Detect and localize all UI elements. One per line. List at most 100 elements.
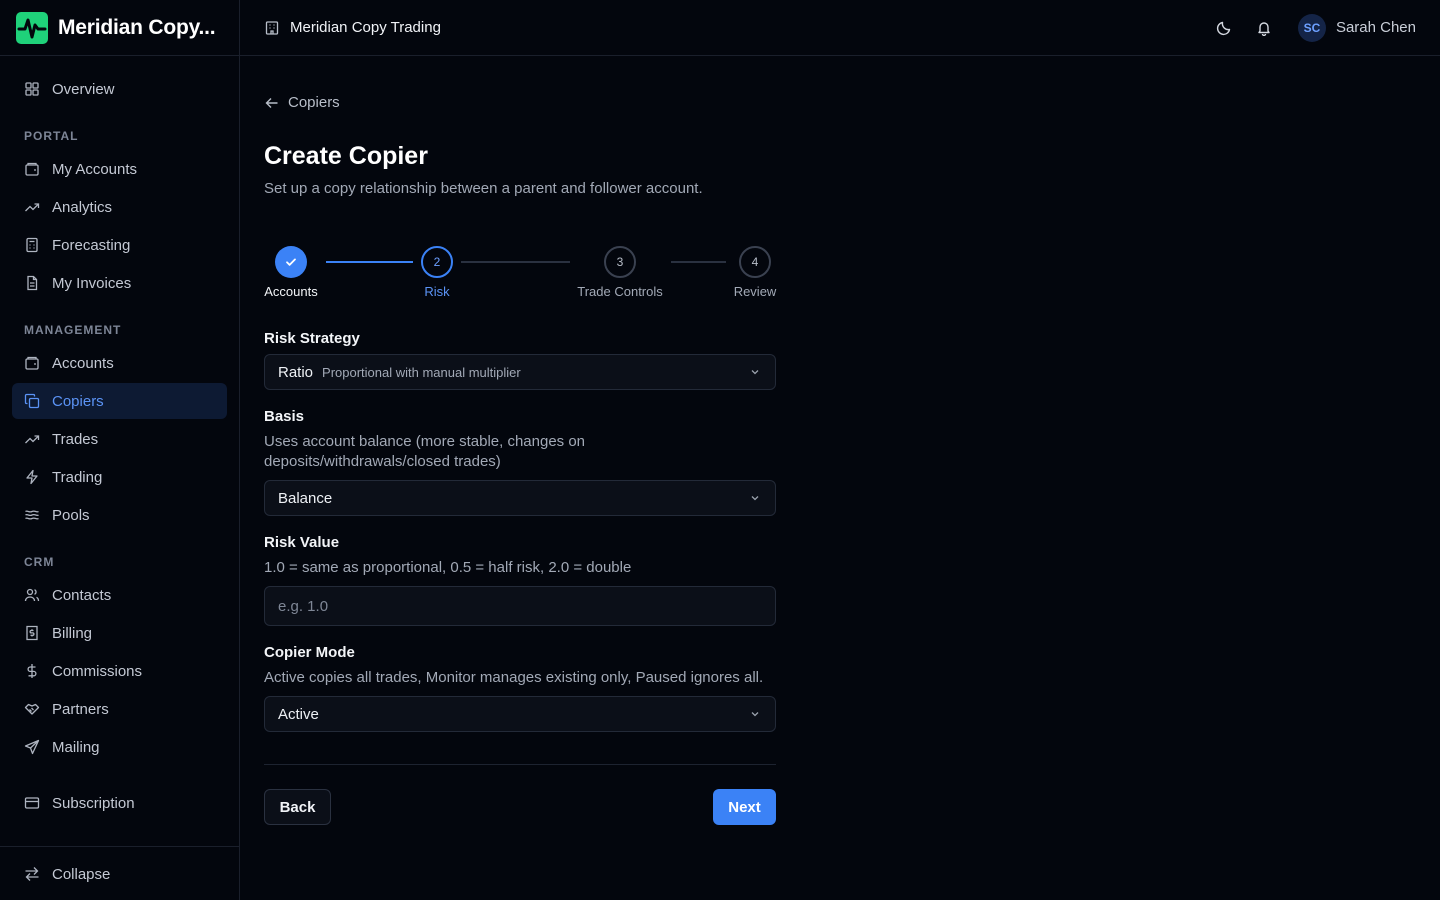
sidebar-item-label: Mailing <box>52 738 100 756</box>
sidebar-item-contacts[interactable]: Contacts <box>12 577 227 613</box>
sidebar-item-overview[interactable]: Overview <box>12 71 227 107</box>
sidebar-item-my-accounts[interactable]: My Accounts <box>12 151 227 187</box>
sidebar-item-billing[interactable]: Billing <box>12 615 227 651</box>
sidebar-item-label: Commissions <box>52 662 143 680</box>
sidebar-item-label: Billing <box>52 624 93 642</box>
section-label-portal: PORTAL <box>24 129 79 143</box>
sidebar-item-label: My Accounts <box>52 160 138 178</box>
sidebar-item-subscription[interactable]: Subscription <box>12 785 227 821</box>
copier-mode-value: Active <box>278 705 319 723</box>
users-icon <box>24 588 40 602</box>
bell-icon <box>1258 21 1270 36</box>
sidebar-item-label: Overview <box>52 80 115 98</box>
step-2-circle[interactable]: 2 <box>421 246 453 278</box>
risk-strategy-value: Ratio <box>278 363 314 381</box>
collapse-button[interactable]: Collapse <box>12 856 227 892</box>
section-label-management: MANAGEMENT <box>24 323 122 337</box>
step-3-label: Trade Controls <box>577 284 663 299</box>
sidebar-item-label: Trades <box>52 430 99 448</box>
trending-up-icon <box>25 435 40 444</box>
credit-card-icon <box>24 797 40 809</box>
step-4-circle[interactable]: 4 <box>739 246 771 278</box>
basis-select[interactable]: Balance <box>264 480 776 516</box>
step-connector-2 <box>461 261 570 263</box>
building-icon <box>265 20 279 35</box>
sidebar-item-forecasting[interactable]: Forecasting <box>12 227 227 263</box>
chevron-down-icon <box>751 496 759 501</box>
risk-value-label: Risk Value <box>264 534 340 551</box>
copier-mode-label: Copier Mode <box>264 644 355 661</box>
sidebar: Overview PORTAL My Accounts Analytics Fo… <box>0 56 240 900</box>
lightning-icon <box>26 469 38 485</box>
page-title: Create Copier <box>264 142 428 170</box>
step-3-circle[interactable]: 3 <box>604 246 636 278</box>
sidebar-item-pools[interactable]: Pools <box>12 497 227 533</box>
sidebar-item-commissions[interactable]: Commissions <box>12 653 227 689</box>
sidebar-item-mailing[interactable]: Mailing <box>12 729 227 765</box>
copy-icon <box>24 393 40 409</box>
page-subtitle: Set up a copy relationship between a par… <box>264 180 703 197</box>
workspace-breadcrumb: Meridian Copy Trading <box>264 19 441 36</box>
user-menu[interactable]: SC Sarah Chen <box>1297 13 1416 42</box>
copier-mode-help: Active copies all trades, Monitor manage… <box>264 669 764 686</box>
wallet-icon <box>25 356 39 370</box>
basis-value: Balance <box>278 489 333 507</box>
sidebar-item-partners[interactable]: Partners <box>12 691 227 727</box>
top-bar: Meridian Copy... Meridian Copy Trading S… <box>0 0 1440 56</box>
basis-label: Basis <box>264 408 305 425</box>
sidebar-item-label: My Invoices <box>52 274 132 292</box>
step-1-circle[interactable] <box>275 246 307 278</box>
sidebar-item-trades[interactable]: Trades <box>12 421 227 457</box>
sidebar-item-label: Forecasting <box>52 236 131 254</box>
step-1-label: Accounts <box>264 284 318 299</box>
receipt-icon <box>26 625 38 641</box>
step-4-label: Review <box>733 284 777 299</box>
grid-icon <box>25 82 39 96</box>
brand[interactable]: Meridian Copy... <box>0 0 240 56</box>
basis-help: Uses account balance (more stable, chang… <box>264 433 586 470</box>
section-label-crm: CRM <box>24 555 55 569</box>
brand-logo-icon <box>16 11 48 44</box>
sidebar-item-label: Subscription <box>52 794 135 812</box>
handshake-icon <box>24 703 40 715</box>
calculator-icon <box>26 237 38 253</box>
moon-icon <box>1216 21 1231 35</box>
file-text-icon <box>27 275 38 291</box>
copier-mode-select[interactable]: Active <box>264 696 776 732</box>
risk-value-help: 1.0 = same as proportional, 0.5 = half r… <box>264 559 632 576</box>
workspace-title: Meridian Copy Trading <box>290 19 441 36</box>
risk-strategy-description: Proportional with manual multiplier <box>322 364 521 380</box>
risk-value-placeholder: e.g. 1.0 <box>278 597 329 615</box>
user-name: Sarah Chen <box>1335 19 1416 36</box>
notifications-button[interactable] <box>1244 8 1284 48</box>
sidebar-item-trading[interactable]: Trading <box>12 459 227 495</box>
back-to-copiers-link[interactable]: Copiers <box>264 94 340 111</box>
trending-up-icon <box>25 203 40 212</box>
chevron-down-icon <box>751 712 759 717</box>
risk-strategy-label: Risk Strategy <box>264 330 360 347</box>
dollar-icon <box>27 664 37 678</box>
risk-value-input[interactable]: e.g. 1.0 <box>264 586 776 626</box>
back-link-label: Copiers <box>288 94 340 111</box>
sidebar-item-accounts[interactable]: Accounts <box>12 345 227 381</box>
stepper: Accounts 2 Risk 3 Trade Controls 4 Revie… <box>264 246 776 306</box>
waves-icon <box>25 510 39 520</box>
sidebar-item-copiers[interactable]: Copiers <box>12 383 227 419</box>
risk-strategy-select[interactable]: Ratio Proportional with manual multiplie… <box>264 354 776 390</box>
sidebar-item-label: Contacts <box>52 586 112 604</box>
chevron-down-icon <box>751 370 759 375</box>
sidebar-item-label: Accounts <box>52 354 114 372</box>
next-button[interactable]: Next <box>713 789 776 825</box>
sidebar-footer: Collapse <box>0 846 239 900</box>
sidebar-item-my-invoices[interactable]: My Invoices <box>12 265 227 301</box>
back-button[interactable]: Back <box>264 789 331 825</box>
theme-toggle-button[interactable] <box>1204 8 1244 48</box>
step-connector-1 <box>326 261 413 263</box>
wallet-icon <box>25 162 39 176</box>
sidebar-item-analytics[interactable]: Analytics <box>12 189 227 225</box>
sidebar-item-label: Copiers <box>52 392 104 410</box>
check-icon <box>286 258 296 266</box>
form-divider <box>264 764 776 765</box>
step-2-label: Risk <box>424 284 450 299</box>
sidebar-item-label: Trading <box>52 468 103 486</box>
